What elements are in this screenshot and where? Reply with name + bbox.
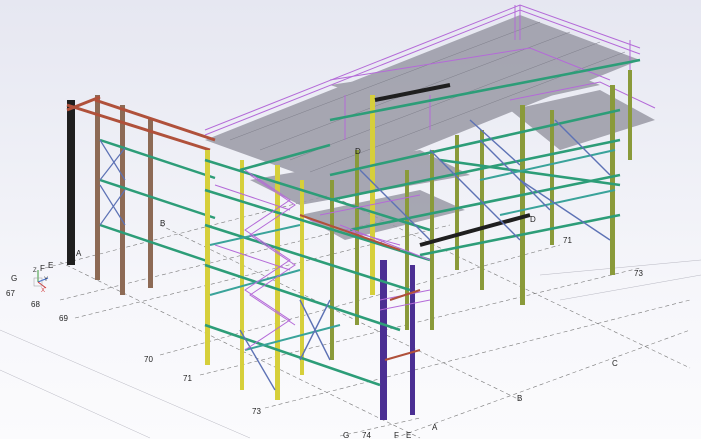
grid-label-f-bottom: F — [394, 431, 399, 439]
grid-label-71: 71 — [183, 374, 192, 383]
grid-label-g-left: G — [11, 274, 17, 283]
grid-label-e-left: E — [48, 261, 53, 270]
grid-label-67: 67 — [6, 289, 15, 298]
grid-label-70: 70 — [144, 355, 153, 364]
grid-label-b-right: B — [517, 394, 522, 403]
left-frame — [66, 95, 216, 295]
axis-y-label: Y — [44, 277, 48, 283]
grid-label-73: 73 — [252, 407, 261, 416]
grid-label-a-left: A — [76, 249, 82, 258]
grid-label-69: 69 — [59, 314, 68, 323]
ground-grid-solid — [0, 259, 701, 439]
grid-label-d-right: D — [530, 215, 536, 224]
grid-label-g-bottom: G — [343, 431, 349, 439]
steel-structure-model[interactable]: Z Y X A B C B A E F G D D G F E 67 68 69… — [0, 0, 701, 439]
grid-label-d-mid: D — [355, 147, 361, 156]
grid-label-a-right: A — [432, 423, 438, 432]
grid-label-b-left: B — [160, 219, 165, 228]
grid-label-73-right: 73 — [634, 269, 643, 278]
grid-label-68: 68 — [31, 300, 40, 309]
axis-x-label: X — [41, 288, 45, 294]
grid-label-71-right: 71 — [563, 236, 572, 245]
grid-label-f-left: F — [40, 264, 45, 273]
grid-label-c-right: C — [612, 359, 618, 368]
grid-label-74: 74 — [362, 431, 371, 439]
model-viewport[interactable]: Z Y X A B C B A E F G D D G F E 67 68 69… — [0, 0, 701, 439]
axis-z-label: Z — [33, 268, 37, 274]
grid-label-e-bottom: E — [406, 431, 411, 439]
